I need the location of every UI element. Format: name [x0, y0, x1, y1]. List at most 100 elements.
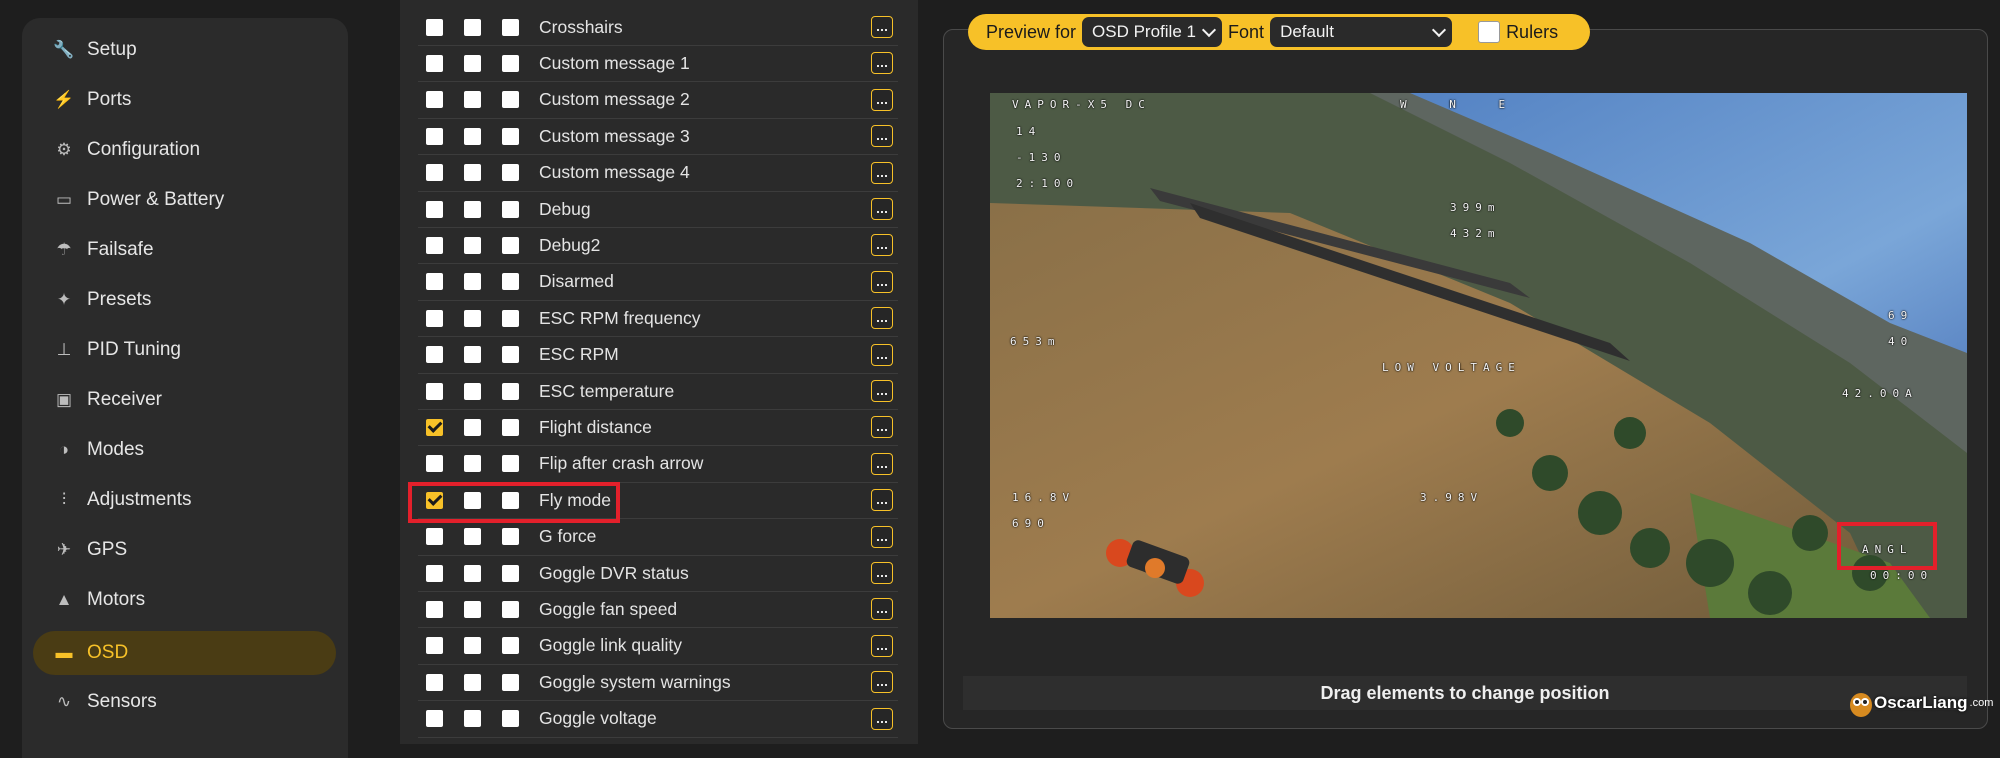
osd-element-checkbox-profile-2[interactable] [464, 273, 481, 291]
more-options-button[interactable] [871, 88, 893, 111]
sidebar-item-presets[interactable]: ✦ Presets [33, 278, 333, 322]
rulers-checkbox[interactable] [1478, 21, 1501, 43]
osd-speed[interactable]: 69 [1888, 309, 1913, 322]
osd-element-checkbox-profile-3[interactable] [502, 127, 519, 145]
osd-element-checkbox-profile-1[interactable] [426, 600, 443, 618]
osd-cell-voltage[interactable]: 3.98V [1420, 491, 1483, 504]
osd-element-checkbox-profile-2[interactable] [464, 236, 481, 254]
osd-element-checkbox-profile-3[interactable] [502, 637, 519, 655]
sidebar-item-adjustments[interactable]: ⫶ Adjustments [33, 478, 333, 522]
osd-element-checkbox-profile-3[interactable] [502, 273, 519, 291]
osd-compass-bar[interactable]: W N E [1400, 98, 1523, 111]
osd-element-checkbox-profile-1[interactable] [426, 54, 443, 72]
sidebar-item-osd[interactable]: ▬ OSD [33, 631, 336, 675]
more-options-button[interactable] [871, 634, 893, 657]
osd-element-checkbox-profile-3[interactable] [502, 200, 519, 218]
sidebar-item-sensors[interactable]: ∿ Sensors [33, 680, 333, 724]
sidebar-item-power-battery[interactable]: ▭ Power & Battery [33, 178, 333, 222]
osd-element-checkbox-profile-1[interactable] [426, 528, 443, 546]
more-options-button[interactable] [871, 234, 893, 257]
sidebar-item-ports[interactable]: ⚡ Ports [33, 78, 333, 122]
more-options-button[interactable] [871, 161, 893, 184]
sidebar-item-pid-tuning[interactable]: ⊥ PID Tuning [33, 328, 333, 372]
more-options-button[interactable] [871, 307, 893, 330]
osd-element-checkbox-profile-2[interactable] [464, 309, 481, 327]
more-options-button[interactable] [871, 562, 893, 584]
sidebar-item-configuration[interactable]: ⚙ Configuration [33, 128, 333, 172]
osd-element-checkbox-profile-3[interactable] [502, 18, 519, 36]
sidebar-item-failsafe[interactable]: ☂ Failsafe [33, 228, 333, 272]
osd-element-checkbox-profile-3[interactable] [502, 346, 519, 364]
osd-element-checkbox-profile-3[interactable] [502, 236, 519, 254]
more-options-button[interactable] [871, 380, 893, 402]
osd-element-checkbox-profile-3[interactable] [502, 710, 519, 728]
more-options-button[interactable] [871, 270, 893, 293]
osd-speed-kmh[interactable]: 40 [1888, 335, 1913, 348]
osd-element-checkbox-profile-2[interactable] [464, 418, 481, 436]
osd-element-checkbox-profile-2[interactable] [464, 710, 481, 728]
sidebar-item-modes[interactable]: ◑ Modes [33, 428, 333, 472]
osd-element-checkbox-profile-1[interactable] [426, 236, 443, 254]
osd-flight-distance[interactable]: 653m [1010, 335, 1061, 348]
more-options-button[interactable] [871, 671, 893, 694]
osd-battery-voltage[interactable]: 16.8V [1012, 491, 1075, 504]
osd-current[interactable]: 42.00A [1842, 387, 1918, 400]
osd-element-checkbox-profile-2[interactable] [464, 455, 481, 473]
osd-profile-select[interactable]: OSD Profile 1 [1082, 17, 1223, 47]
more-options-button[interactable] [871, 416, 893, 439]
osd-mah-drawn[interactable]: 690 [1012, 517, 1050, 530]
osd-element-checkbox-profile-3[interactable] [502, 564, 519, 582]
sidebar-item-gps[interactable]: ✈ GPS [33, 528, 333, 572]
osd-element-checkbox-profile-3[interactable] [502, 382, 519, 400]
osd-element-checkbox-profile-1[interactable] [426, 382, 443, 400]
more-options-button[interactable] [871, 16, 893, 38]
osd-timer[interactable]: 00:00 [1870, 569, 1933, 582]
more-options-button[interactable] [871, 598, 893, 621]
osd-element-checkbox-profile-3[interactable] [502, 600, 519, 618]
sidebar-item-receiver[interactable]: ▣ Receiver [33, 378, 333, 422]
osd-element-checkbox-profile-1[interactable] [426, 673, 443, 691]
osd-element-checkbox-profile-2[interactable] [464, 91, 481, 109]
osd-sats[interactable]: 14 [1016, 125, 1041, 138]
osd-element-checkbox-profile-3[interactable] [502, 528, 519, 546]
osd-element-checkbox-profile-2[interactable] [464, 637, 481, 655]
osd-element-checkbox-profile-3[interactable] [502, 91, 519, 109]
sidebar-item-setup[interactable]: 🔧 Setup [33, 28, 333, 72]
osd-element-checkbox-profile-1[interactable] [426, 710, 443, 728]
osd-element-checkbox-profile-3[interactable] [502, 309, 519, 327]
osd-element-checkbox-profile-2[interactable] [464, 528, 481, 546]
more-options-button[interactable] [871, 452, 893, 475]
osd-element-checkbox-profile-2[interactable] [464, 346, 481, 364]
osd-altitude[interactable]: 399m [1450, 201, 1501, 214]
osd-element-checkbox-profile-1[interactable] [426, 273, 443, 291]
osd-element-checkbox-profile-2[interactable] [464, 564, 481, 582]
more-options-button[interactable] [871, 198, 893, 220]
osd-element-checkbox-profile-2[interactable] [464, 600, 481, 618]
osd-element-checkbox-profile-1[interactable] [426, 200, 443, 218]
osd-element-checkbox-profile-2[interactable] [464, 200, 481, 218]
osd-element-checkbox-profile-3[interactable] [502, 673, 519, 691]
osd-element-checkbox-profile-2[interactable] [464, 164, 481, 182]
osd-element-checkbox-profile-1[interactable] [426, 91, 443, 109]
osd-element-checkbox-profile-1[interactable] [426, 164, 443, 182]
more-options-button[interactable] [871, 525, 893, 548]
osd-warning[interactable]: LOW VOLTAGE [1382, 361, 1521, 374]
osd-element-checkbox-profile-1[interactable] [426, 346, 443, 364]
osd-rssi[interactable]: -130 [1016, 151, 1067, 164]
osd-element-checkbox-profile-1[interactable] [426, 418, 443, 436]
more-options-button[interactable] [871, 125, 893, 148]
osd-preview-canvas[interactable]: VAPOR-X5 DC W N E 14 -130 2:100 399m 432… [990, 93, 1967, 618]
osd-link-quality[interactable]: 2:100 [1016, 177, 1079, 190]
osd-element-checkbox-profile-2[interactable] [464, 382, 481, 400]
osd-element-checkbox-profile-1[interactable] [426, 455, 443, 473]
more-options-button[interactable] [871, 489, 893, 512]
osd-element-checkbox-profile-3[interactable] [502, 418, 519, 436]
osd-element-checkbox-profile-2[interactable] [464, 127, 481, 145]
osd-element-checkbox-profile-3[interactable] [502, 455, 519, 473]
osd-element-checkbox-profile-1[interactable] [426, 309, 443, 327]
osd-home-distance[interactable]: 432m [1450, 227, 1501, 240]
osd-element-checkbox-profile-1[interactable] [426, 637, 443, 655]
osd-element-checkbox-profile-2[interactable] [464, 673, 481, 691]
osd-element-checkbox-profile-2[interactable] [464, 54, 481, 72]
more-options-button[interactable] [871, 52, 893, 75]
